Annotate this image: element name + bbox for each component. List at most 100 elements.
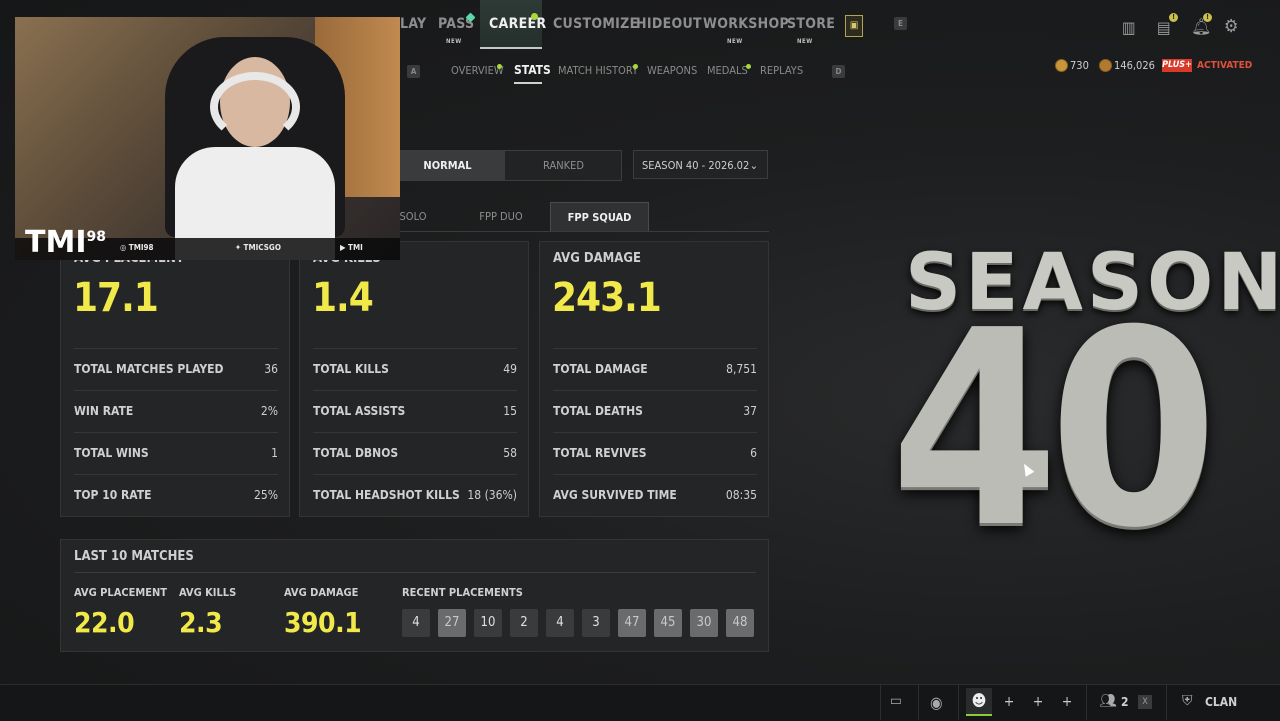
- row-value: 6: [750, 446, 757, 460]
- subnav-match-history[interactable]: MATCH HISTORY: [558, 64, 638, 77]
- placement-chip: 2: [510, 609, 538, 637]
- row-value: 2%: [260, 404, 278, 418]
- new-tag-pass: NEW: [446, 38, 462, 45]
- card-title: AVG DAMAGE: [553, 251, 641, 266]
- news-alert-dot: !: [1169, 13, 1178, 22]
- mode-tabs: NORMAL RANKED: [389, 150, 622, 181]
- nav-item-customize[interactable]: CUSTOMIZE: [553, 16, 639, 36]
- last10-avg-kills-label: AVG KILLS: [179, 586, 237, 599]
- row-value: 49: [503, 362, 517, 376]
- card-row: TOTAL HEADSHOT KILLS 18 (36%): [313, 474, 517, 515]
- coin-balance: 730: [1070, 59, 1089, 72]
- row-value: 8,751: [726, 362, 757, 376]
- recent-placements-label: RECENT PLACEMENTS: [402, 586, 523, 599]
- add-party-slot-button[interactable]: +: [1029, 693, 1047, 711]
- storage-icon[interactable]: ▥: [1122, 18, 1136, 37]
- season-dropdown-value: SEASON 40 - 2026.02: [642, 159, 750, 172]
- new-tag-store: NEW: [797, 38, 813, 45]
- twitter-handle: ✦ TMICSGO: [235, 243, 281, 252]
- subnav-stats[interactable]: STATS: [514, 63, 551, 77]
- card-row: TOTAL DEATHS 37: [553, 390, 757, 431]
- youtube-text: TMI: [348, 243, 363, 252]
- match-history-dot: [633, 64, 638, 69]
- keycap-a: A: [407, 65, 420, 78]
- pass-card-icon[interactable]: ▣: [845, 15, 863, 37]
- last10-avg-kills: 2.3: [179, 606, 223, 639]
- subnav-active-underline: [514, 82, 542, 84]
- placement-chip: 30: [690, 609, 718, 637]
- subnav-weapons[interactable]: WEAPONS: [647, 64, 697, 77]
- card-row: TOTAL MATCHES PLAYED 36: [74, 348, 278, 389]
- stat-card-kills: AVG KILLS 1.4 TOTAL KILLS49 TOTAL ASSIST…: [299, 241, 529, 517]
- card-row: TOTAL REVIVES 6: [553, 432, 757, 473]
- row-label: WIN RATE: [74, 404, 134, 418]
- bottom-separator: [1166, 684, 1167, 720]
- subnav-replays[interactable]: REPLAYS: [760, 64, 803, 77]
- nav-item-hideout[interactable]: HIDEOUT: [636, 16, 702, 36]
- row-value: 36: [264, 362, 278, 376]
- card-row: TOTAL WINS 1: [74, 432, 278, 473]
- stat-card-damage: AVG DAMAGE 243.1 TOTAL DAMAGE 8,751 TOTAL…: [539, 241, 769, 517]
- card-row: TOTAL DBNOS 58: [313, 432, 517, 473]
- row-value: 37: [743, 404, 757, 418]
- card-row: TOP 10 RATE 25%: [74, 474, 278, 515]
- add-party-slot-button[interactable]: +: [1000, 693, 1018, 711]
- clan-button[interactable]: CLAN: [1205, 695, 1237, 709]
- season-art-number: 40: [890, 272, 1218, 587]
- friends-icon[interactable]: 👥︎: [1099, 693, 1117, 709]
- row-label: TOTAL HEADSHOT KILLS: [313, 488, 460, 502]
- nav-item-play[interactable]: LAY: [400, 16, 426, 36]
- season-dropdown[interactable]: SEASON 40 - 2026.02 ⌄: [633, 150, 768, 179]
- keycap-e: E: [894, 17, 907, 30]
- row-label: TOTAL KILLS: [313, 362, 389, 376]
- card-big-value: 1.4: [312, 275, 374, 321]
- row-label: TOTAL MATCHES PLAYED: [74, 362, 224, 376]
- card-row: TOTAL DAMAGE 8,751: [553, 348, 757, 389]
- keycap-x: X: [1138, 695, 1152, 709]
- row-label: TOTAL WINS: [74, 446, 149, 460]
- row-label: TOTAL ASSISTS: [313, 404, 406, 418]
- nav-item-store[interactable]: STORE: [787, 16, 835, 36]
- radar-icon[interactable]: ◉: [930, 693, 943, 712]
- nav-item-career[interactable]: CAREER: [489, 16, 546, 36]
- instagram-handle: ◎ TMI98: [120, 243, 154, 252]
- subnav-medals[interactable]: MEDALS: [707, 64, 748, 77]
- streamer-logo-text: TMI: [25, 225, 87, 260]
- career-notification-dot: [531, 13, 538, 20]
- tab-ranked[interactable]: RANKED: [506, 151, 621, 180]
- tab-normal[interactable]: NORMAL: [390, 151, 505, 180]
- bottom-bar: [0, 684, 1280, 721]
- chat-icon[interactable]: ▭: [890, 693, 902, 709]
- subnav-overview[interactable]: OVERVIEW: [451, 64, 504, 77]
- card-row: AVG SURVIVED TIME 08:35: [553, 474, 757, 515]
- placement-chip: 47: [618, 609, 646, 637]
- new-tag-workshop: NEW: [727, 38, 743, 45]
- bottom-separator: [958, 684, 959, 720]
- add-party-slot-button[interactable]: +: [1058, 693, 1076, 711]
- row-label: TOP 10 RATE: [74, 488, 152, 502]
- bp-balance: 146,026: [1114, 59, 1155, 72]
- row-label: TOTAL DEATHS: [553, 404, 643, 418]
- news-icon[interactable]: ▤: [1157, 18, 1171, 37]
- twitter-text: TMICSGO: [243, 243, 281, 252]
- plus-badge: PLUS+: [1162, 59, 1192, 72]
- youtube-handle: ▶ TMI: [340, 243, 363, 252]
- headphones-icon: [210, 72, 300, 142]
- row-value: 1: [271, 446, 278, 460]
- tab-fpp-squad[interactable]: FPP SQUAD: [550, 202, 649, 232]
- clan-icon[interactable]: ⛨: [1182, 693, 1193, 709]
- nav-item-workshop[interactable]: WORKSHOP: [703, 16, 789, 36]
- placement-chip: 10: [474, 609, 502, 637]
- keycap-d: D: [832, 65, 845, 78]
- row-label: TOTAL DAMAGE: [553, 362, 648, 376]
- webcam-overlay: TMI98 ◎ TMI98 ✦ TMICSGO ▶ TMI: [15, 17, 400, 260]
- stat-card-placement: AVG PLACEMENT 17.1 TOTAL MATCHES PLAYED3…: [60, 241, 290, 517]
- card-big-value: 17.1: [73, 275, 159, 321]
- streamer-logo-sup: 98: [86, 229, 106, 245]
- player-avatar[interactable]: ☻: [966, 688, 992, 716]
- gear-icon[interactable]: ⚙: [1224, 16, 1239, 37]
- tab-fpp-duo[interactable]: FPP DUO: [462, 202, 540, 232]
- last-10-matches-panel: LAST 10 MATCHES AVG PLACEMENT 22.0 AVG K…: [60, 539, 769, 652]
- coin-icon: [1055, 59, 1068, 72]
- card-row: WIN RATE 2%: [74, 390, 278, 431]
